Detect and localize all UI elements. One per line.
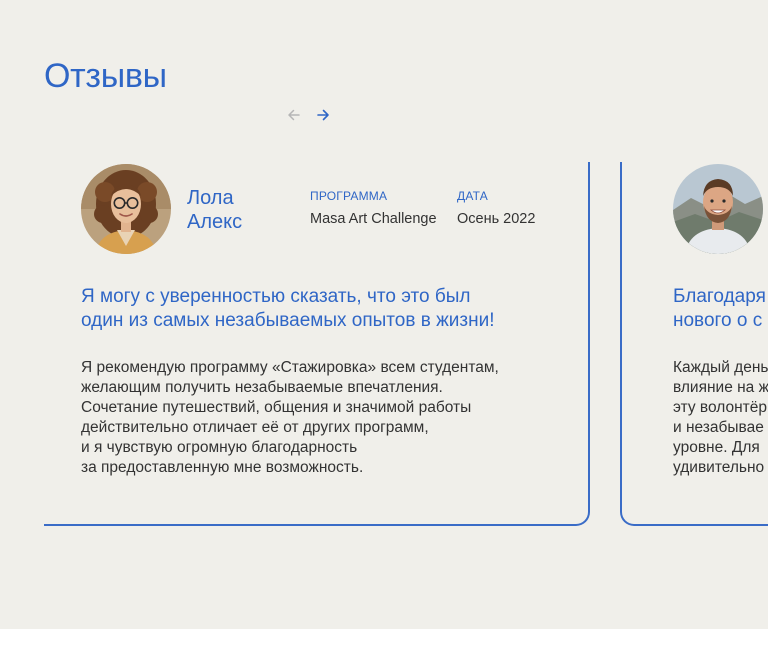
reviewer-last-name: Алекс	[187, 211, 243, 233]
testimonial-quote: Я могу с уверенностью сказать, что это б…	[81, 285, 551, 333]
next-arrow-button[interactable]	[314, 106, 332, 124]
text-line: действительно отличает её от других прог…	[81, 419, 429, 436]
arrow-left-icon	[288, 109, 300, 121]
text-line: желающим получить незабываемые впечатлен…	[81, 379, 443, 396]
text-line: влияние на ж	[673, 379, 768, 396]
program-label: ПРОГРАММА	[310, 189, 388, 203]
reviewer-first-name: Лола	[187, 187, 234, 209]
testimonial-text: Каждый день влияние на ж эту волонтёр и …	[673, 358, 768, 478]
avatar	[673, 164, 763, 254]
avatar	[81, 164, 171, 254]
arrow-right-icon	[317, 109, 329, 121]
text-line: Я рекомендую программу «Стажировка» всем…	[81, 359, 499, 376]
text-line: Каждый день	[673, 359, 768, 376]
text-line: и незабывае	[673, 419, 764, 436]
testimonial-text: Я рекомендую программу «Стажировка» всем…	[81, 358, 551, 478]
quote-line: Я могу с уверенностью сказать, что это б…	[81, 286, 471, 307]
date-value: Осень 2022	[457, 211, 536, 227]
text-line: удивительно	[673, 459, 765, 476]
prev-arrow-button[interactable]	[285, 106, 303, 124]
testimonials-section: Отзывы Лола Алекс ПРОГРАММА Masa Art Cha…	[0, 0, 768, 629]
text-line: уровне. Для	[673, 439, 760, 456]
date-label: ДАТА	[457, 189, 488, 203]
section-title: Отзывы	[44, 57, 167, 95]
testimonial-card: Лола Алекс ПРОГРАММА Masa Art Challenge …	[44, 162, 590, 526]
text-line: за предоставленную мне возможность.	[81, 459, 364, 476]
program-value: Masa Art Challenge	[310, 211, 437, 227]
text-line: эту волонтёр	[673, 399, 767, 416]
testimonial-quote: Благодаря нового о с	[673, 285, 768, 333]
quote-line: нового о с	[673, 310, 763, 331]
quote-line: Благодаря	[673, 286, 766, 307]
testimonial-card: Благодаря нового о с Каждый день влияние…	[620, 162, 768, 526]
reviewer-name: Лола Алекс	[187, 186, 297, 234]
quote-line: один из самых незабываемых опытов в жизн…	[81, 310, 495, 331]
text-line: и я чувствую огромную благодарность	[81, 439, 358, 456]
text-line: Сочетание путешествий, общения и значимо…	[81, 399, 472, 416]
